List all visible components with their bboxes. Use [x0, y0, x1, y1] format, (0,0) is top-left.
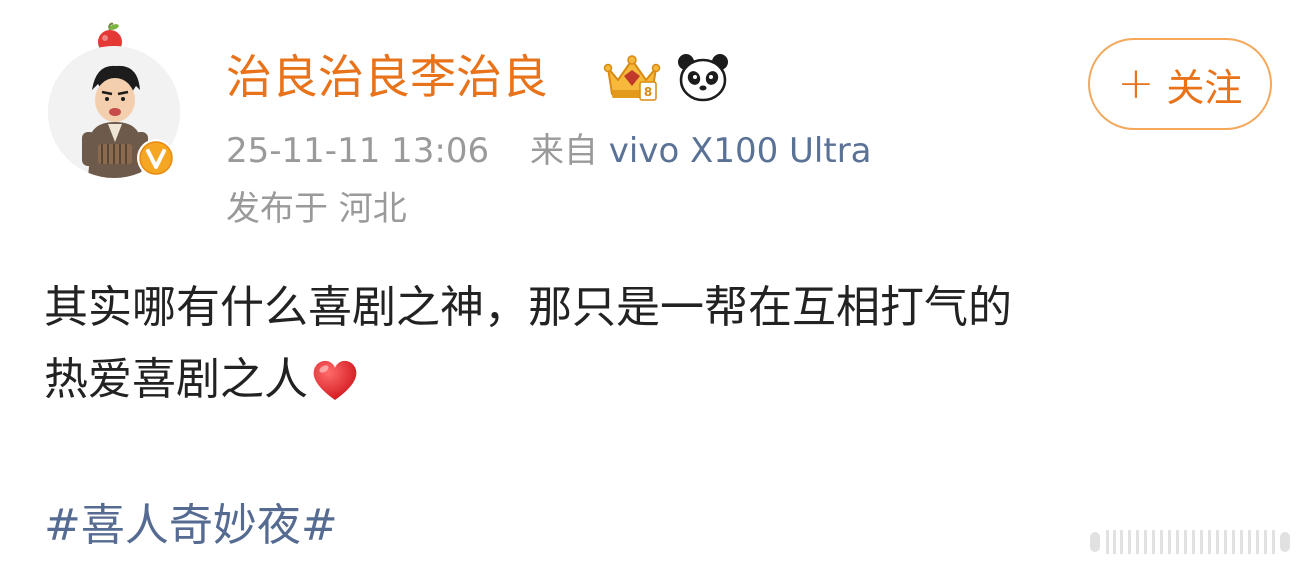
- follow-button[interactable]: + 关注: [1088, 38, 1272, 130]
- author-avatar-group[interactable]: [44, 22, 194, 182]
- hashtag-link[interactable]: #喜人奇妙夜#: [44, 496, 338, 556]
- svg-text:8: 8: [644, 85, 652, 99]
- content-line-with-emoji: 热爱喜剧之人: [44, 344, 1284, 416]
- post-time[interactable]: 25-11-11 13:06: [226, 131, 489, 171]
- content-line: 热爱喜剧之人: [44, 354, 308, 405]
- plus-icon: +: [1117, 58, 1155, 109]
- red-heart-icon: [310, 356, 360, 404]
- crown-badge-icon: 8: [600, 50, 664, 104]
- panda-icon: [676, 52, 730, 102]
- source-prefix: 来自: [529, 131, 598, 171]
- content-line: 其实哪有什么喜剧之神，那只是一帮在互相打气的: [44, 282, 1012, 333]
- post-meta: 25-11-11 13:06 来自 vivo X100 Ultra: [226, 128, 872, 174]
- post-content: 其实哪有什么喜剧之神，那只是一帮在互相打气的 热爱喜剧之人: [44, 272, 1284, 416]
- author-name[interactable]: 治良治良李治良: [226, 46, 548, 108]
- watermark-barcode-icon: [1088, 526, 1294, 556]
- source-device[interactable]: vivo X100 Ultra: [609, 131, 872, 171]
- verified-badge-icon: [136, 138, 176, 178]
- post-location: 发布于 河北: [226, 189, 407, 229]
- follow-label: 关注: [1166, 65, 1243, 110]
